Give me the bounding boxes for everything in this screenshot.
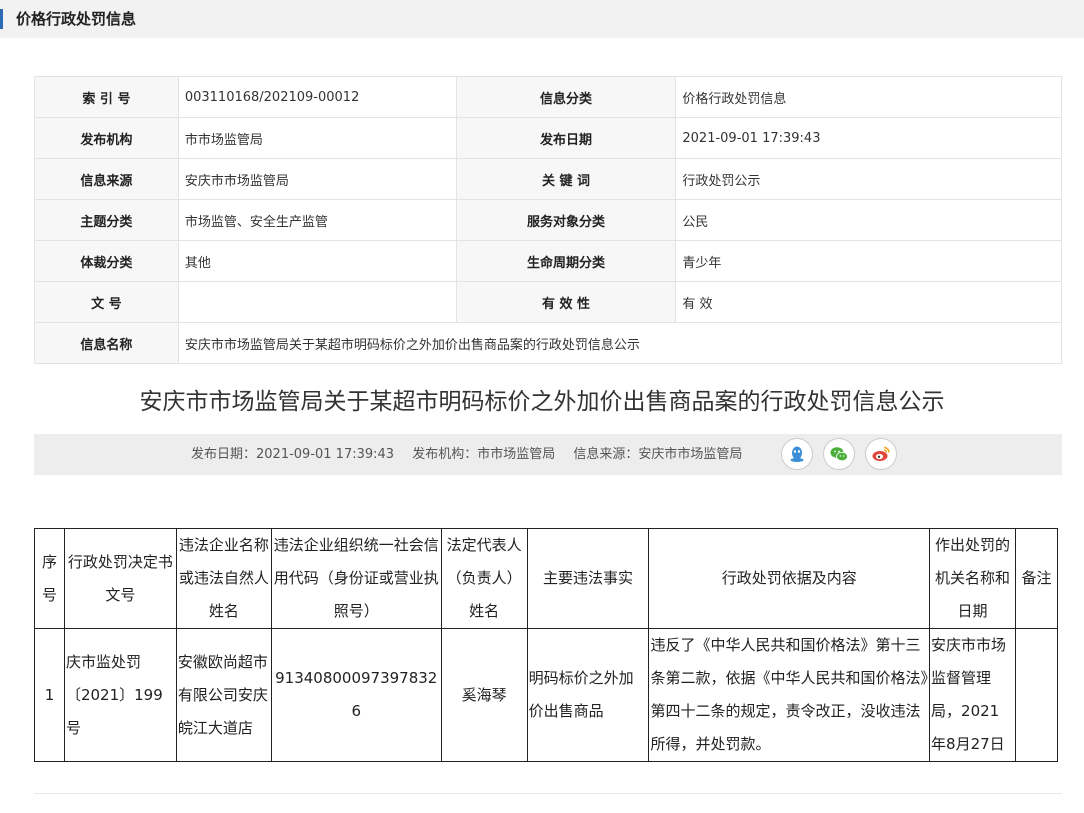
cell-no: 1 [34,628,65,762]
meta-key: 关 键 词 [455,158,677,200]
meta-key: 文 号 [34,281,179,323]
meta-row-index: 索 引 号 003110168/202109-00012 信息分类 价格行政处罚… [34,76,1062,118]
cell-remark [1014,628,1059,762]
meta-value: 市市场监管局 [177,117,457,159]
col-header-no: 序号 [34,528,65,629]
meta-key: 主题分类 [34,199,179,241]
cell-basis: 违反了《中华人民共和国价格法》第十三条第二款，依据《中华人民共和国价格法》第四十… [648,628,931,762]
publisher: 发布机构：市市场监管局 [412,447,556,462]
meta-value [177,281,457,323]
meta-value: 价格行政处罚信息 [675,76,1062,118]
meta-key: 索 引 号 [34,76,179,118]
meta-value: 青少年 [675,240,1062,282]
meta-row-publisher: 发布机构 市市场监管局 发布日期 2021-09-01 17:39:43 [34,117,1062,159]
meta-key: 服务对象分类 [455,199,677,241]
meta-value: 市场监管、安全生产监管 [177,199,457,241]
cell-facts: 明码标价之外加价出售商品 [526,628,650,762]
metadata-table: 索 引 号 003110168/202109-00012 信息分类 价格行政处罚… [34,76,1063,364]
cell-legal-rep: 奚海琴 [440,628,528,762]
meta-value: 安庆市市场监管局关于某超市明码标价之外加价出售商品案的行政处罚信息公示 [177,322,1063,364]
meta-row-genre: 体裁分类 其他 生命周期分类 青少年 [34,240,1062,282]
col-header-credit-code: 违法企业组织统一社会信用代码（身份证或营业执照号） [270,528,442,629]
meta-value: 其他 [177,240,457,282]
meta-key: 发布机构 [34,117,179,159]
share-weibo-button[interactable] [865,438,897,470]
header-accent-bar [0,9,3,29]
meta-row-name: 信息名称 安庆市市场监管局关于某超市明码标价之外加价出售商品案的行政处罚信息公示 [34,322,1063,364]
meta-key: 信息来源 [34,158,179,200]
article-title: 安庆市市场监管局关于某超市明码标价之外加价出售商品案的行政处罚信息公示 [139,389,945,415]
article-info-bar: 发布日期：2021-09-01 17:39:43 发布机构：市市场监管局 信息来… [34,434,1062,475]
meta-value: 有 效 [675,281,1062,323]
col-header-name: 违法企业名称或违法自然人姓名 [175,528,272,629]
penalty-table: 序号 行政处罚决定书文号 违法企业名称或违法自然人姓名 违法企业组织统一社会信用… [34,528,1059,762]
meta-row-docno: 文 号 有 效 性 有 效 [34,281,1062,323]
cell-authority: 安庆市市场监督管理局，2021年8月27日 [929,628,1016,762]
share-wechat-button[interactable] [823,438,855,470]
cell-name: 安徽欧尚超市有限公司安庆皖江大道店 [175,628,272,762]
meta-value: 安庆市市场监管局 [177,158,457,200]
meta-row-source: 信息来源 安庆市市场监管局 关 键 词 行政处罚公示 [34,158,1062,200]
col-header-authority: 作出处罚的机关名称和日期 [929,528,1016,629]
penalty-header-row: 序号 行政处罚决定书文号 违法企业名称或违法自然人姓名 违法企业组织统一社会信用… [34,528,1059,629]
col-header-basis: 行政处罚依据及内容 [648,528,931,629]
info-source: 信息来源：安庆市市场监管局 [573,447,743,462]
section-header: 价格行政处罚信息 [0,0,1084,38]
cell-doc-no: 庆市监处罚〔2021〕199号 [63,628,177,762]
meta-key: 信息分类 [455,76,677,118]
meta-key: 信息名称 [34,322,179,364]
publish-date: 发布日期：2021-09-01 17:39:43 [191,447,395,462]
bottom-divider [34,793,1062,794]
table-row: 1 庆市监处罚〔2021〕199号 安徽欧尚超市有限公司安庆皖江大道店 9134… [34,628,1059,762]
meta-key: 有 效 性 [455,281,677,323]
col-header-remark: 备注 [1014,528,1059,629]
share-qq-button[interactable] [781,438,813,470]
meta-value: 行政处罚公示 [675,158,1062,200]
meta-value: 公民 [675,199,1062,241]
col-header-legal-rep: 法定代表人（负责人）姓名 [440,528,528,629]
meta-key: 生命周期分类 [455,240,677,282]
section-title: 价格行政处罚信息 [16,10,137,28]
meta-key: 发布日期 [455,117,677,159]
meta-row-topic: 主题分类 市场监管、安全生产监管 服务对象分类 公民 [34,199,1062,241]
article-info-line: 发布日期：2021-09-01 17:39:43 发布机构：市市场监管局 信息来… [191,434,756,475]
col-header-doc-no: 行政处罚决定书文号 [63,528,177,629]
meta-value: 003110168/202109-00012 [177,76,457,118]
meta-value: 2021-09-01 17:39:43 [675,117,1062,159]
col-header-facts: 主要违法事实 [526,528,650,629]
cell-credit-code: 91340800097397832​6 [270,628,442,762]
meta-key: 体裁分类 [34,240,179,282]
